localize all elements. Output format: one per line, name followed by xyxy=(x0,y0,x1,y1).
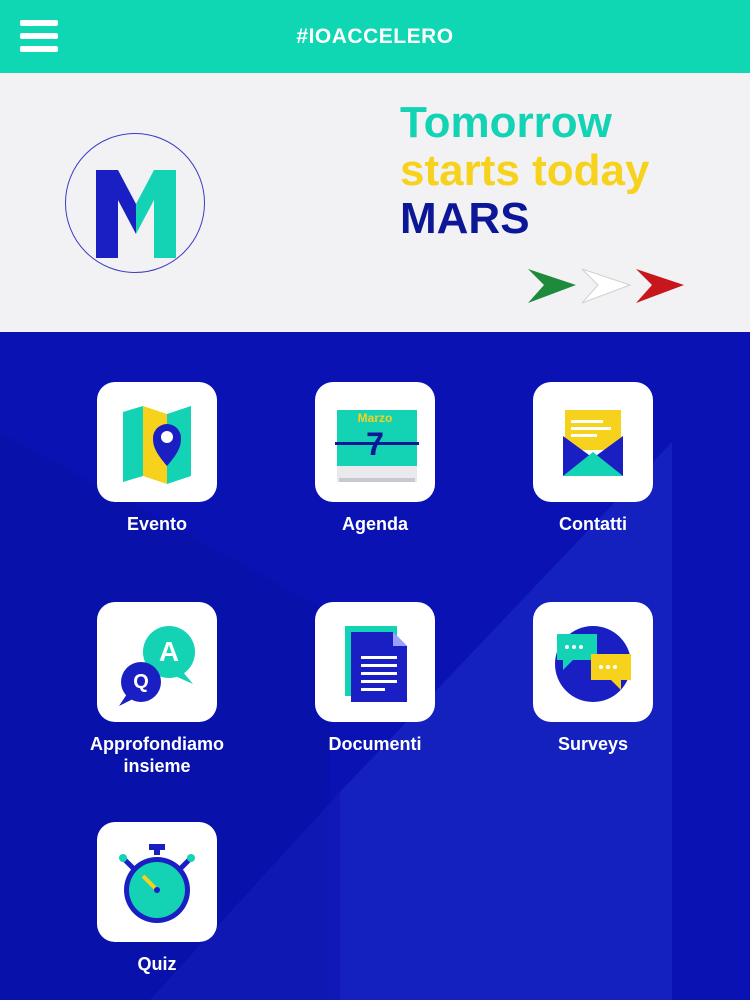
calendar-month: Marzo xyxy=(357,411,393,425)
tile-label: Evento xyxy=(126,514,187,534)
tile-label: Documenti xyxy=(328,734,422,754)
tile-quiz[interactable]: Quiz xyxy=(57,822,257,975)
tile-contatti[interactable]: Contatti xyxy=(493,382,693,535)
tile-approfondiamo-insieme[interactable]: A Q Approfondiamo insieme xyxy=(57,602,257,777)
hamburger-menu-icon[interactable] xyxy=(18,18,60,54)
stopwatch-icon xyxy=(119,844,195,923)
tile-documenti[interactable]: Documenti xyxy=(275,602,475,755)
chat-bubbles-icon xyxy=(555,626,631,702)
tile-agenda-box[interactable]: Marzo 7 xyxy=(315,382,435,502)
tile-label: Contatti xyxy=(559,514,627,534)
tile-label: Agenda xyxy=(341,514,408,534)
map-pin-icon xyxy=(123,406,191,484)
tile-label: Quiz xyxy=(137,954,177,974)
envelope-icon xyxy=(563,410,623,476)
app-title: #IOACCELERO xyxy=(296,24,454,48)
tile-label: Surveys xyxy=(557,734,629,754)
tile-approfondiamo-box[interactable]: A Q xyxy=(97,602,217,722)
tile-contatti-box[interactable] xyxy=(533,382,653,502)
document-icon xyxy=(345,626,407,702)
hero-banner: Tomorrow starts today MARS xyxy=(0,73,750,332)
tile-label: Approfondiamo insieme xyxy=(90,734,224,776)
brand-logo xyxy=(65,133,205,273)
tagline-line-2: starts today xyxy=(400,146,650,195)
bubble-a-text: A xyxy=(158,636,180,667)
tagline: Tomorrow starts today MARS xyxy=(400,101,649,241)
tile-evento[interactable]: Evento xyxy=(57,382,257,535)
tile-documenti-box[interactable] xyxy=(315,602,435,722)
bubble-q-text: Q xyxy=(133,671,149,693)
italian-flag-arrows-icon xyxy=(528,268,684,304)
tile-quiz-box[interactable] xyxy=(97,822,217,942)
tile-agenda[interactable]: Marzo 7 Agenda xyxy=(275,382,475,535)
tagline-line-1: Tomorrow xyxy=(400,98,612,147)
tile-evento-box[interactable] xyxy=(97,382,217,502)
top-app-bar: #IOACCELERO xyxy=(0,0,750,73)
tagline-line-3: MARS xyxy=(400,194,530,243)
m-logo-icon xyxy=(96,170,176,258)
calendar-day: 7 xyxy=(366,426,384,462)
tile-surveys-box[interactable] xyxy=(533,602,653,722)
tile-surveys[interactable]: Surveys xyxy=(493,602,693,755)
